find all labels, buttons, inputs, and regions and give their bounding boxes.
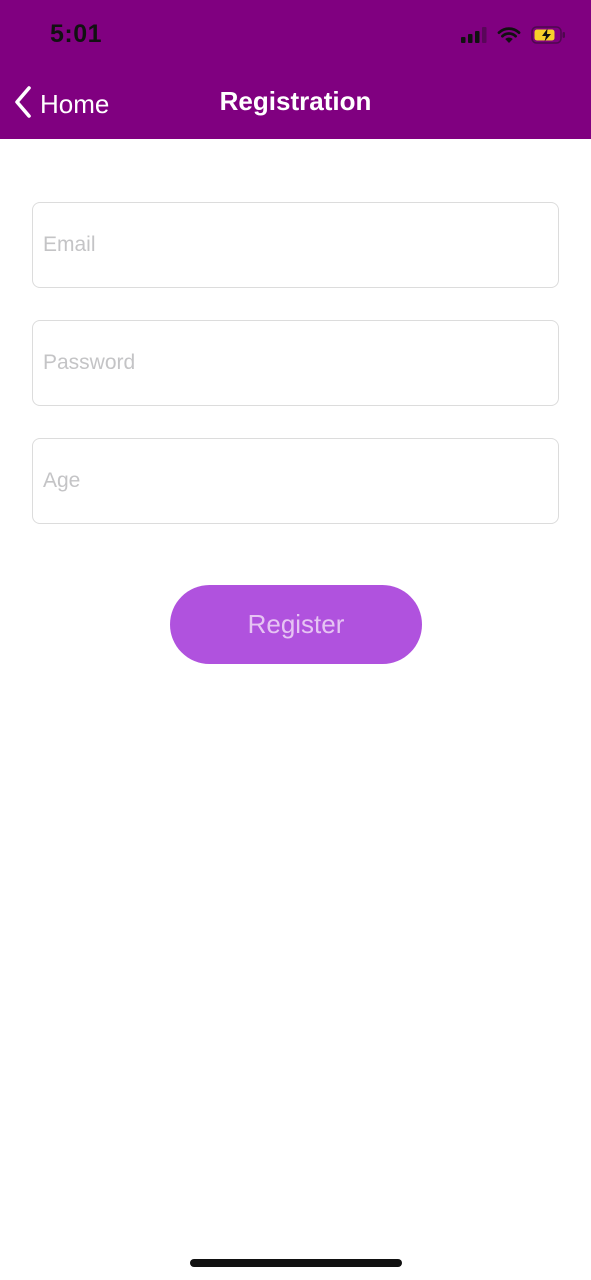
page-title: Registration (219, 86, 372, 116)
battery-charging-icon (531, 25, 567, 49)
password-field[interactable] (32, 320, 559, 406)
email-field[interactable] (32, 202, 559, 288)
register-button[interactable]: Register (170, 585, 422, 664)
wifi-icon (497, 26, 521, 49)
status-time: 5:01 (50, 20, 103, 48)
home-indicator[interactable] (190, 1259, 402, 1267)
cellular-signal-icon (461, 26, 487, 48)
navigation-header: 5:01 Home Registration (0, 0, 591, 139)
status-icons (461, 24, 567, 50)
age-field[interactable] (32, 438, 559, 524)
